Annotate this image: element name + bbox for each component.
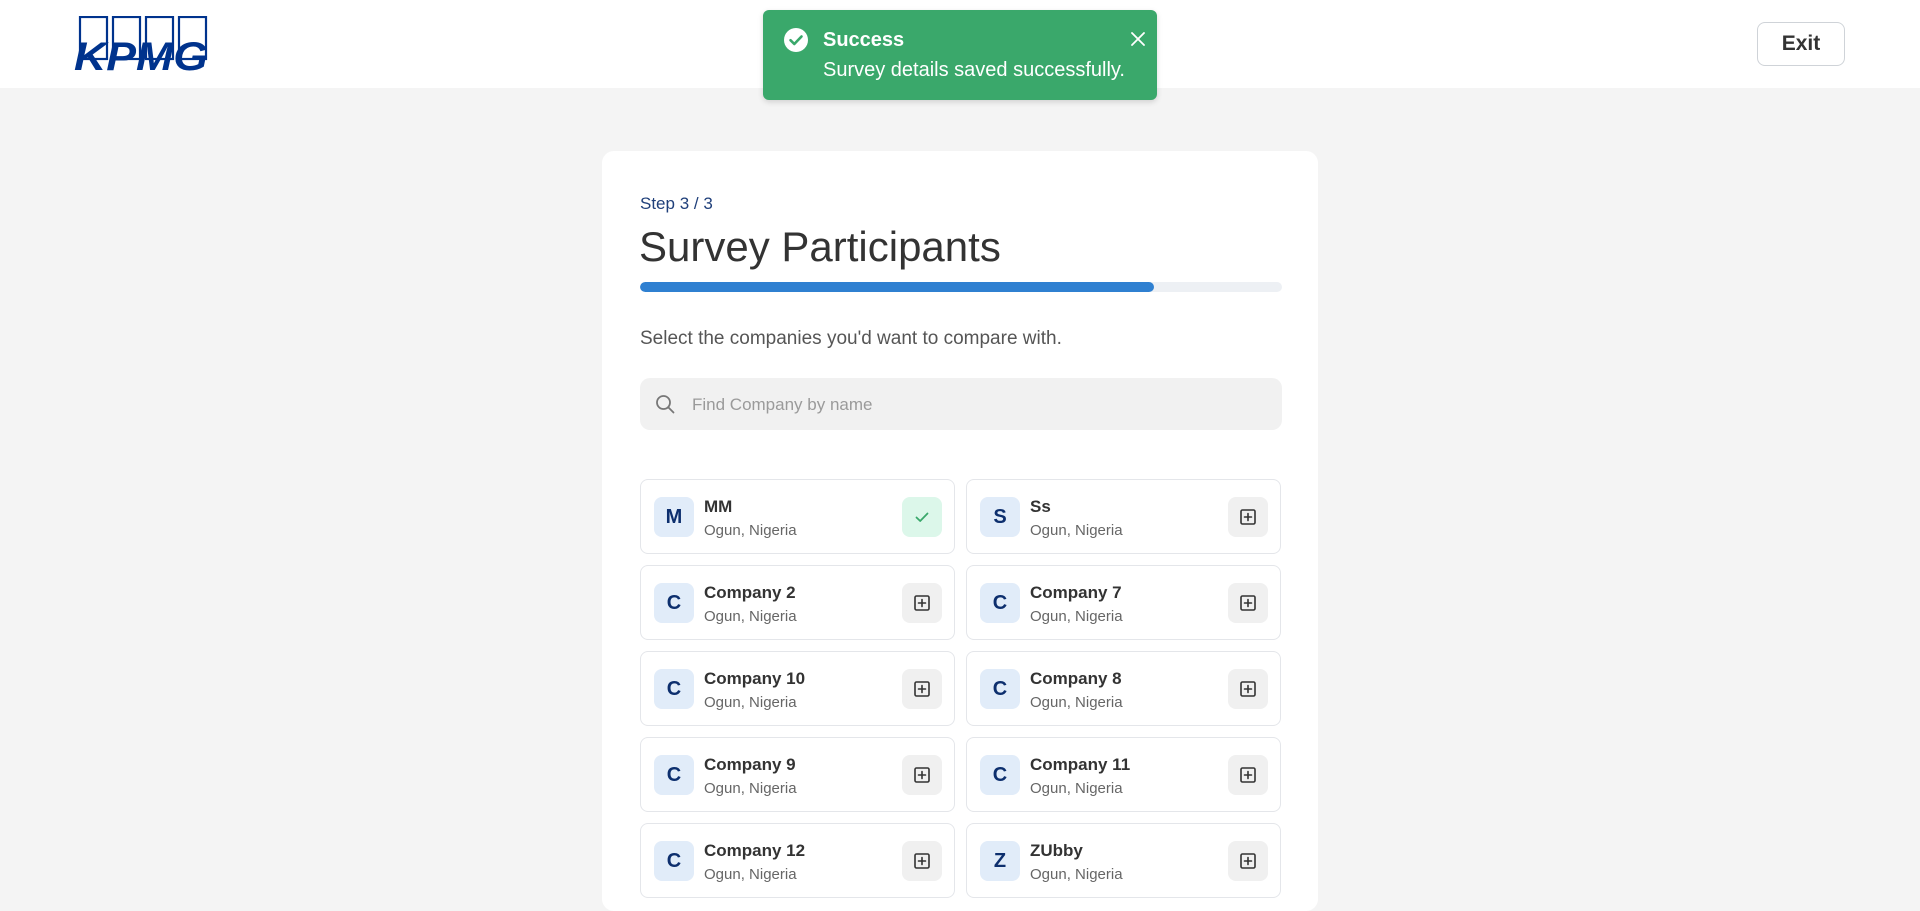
plus-square-icon	[914, 595, 930, 611]
plus-square-icon	[1240, 767, 1256, 783]
company-location: Ogun, Nigeria	[1030, 780, 1123, 797]
company-avatar: C	[654, 755, 694, 795]
company-location: Ogun, Nigeria	[704, 780, 797, 797]
company-card[interactable]: M MM Ogun, Nigeria	[640, 479, 955, 554]
company-card[interactable]: C Company 12 Ogun, Nigeria	[640, 823, 955, 898]
survey-card: Step 3 / 3 Survey Participants Select th…	[602, 151, 1318, 911]
add-company-button[interactable]	[1228, 497, 1268, 537]
kpmg-logo-text: KPMG	[74, 35, 208, 72]
toast-message: Survey details saved successfully.	[823, 59, 1125, 81]
company-avatar: C	[980, 755, 1020, 795]
progress-bar	[640, 282, 1282, 292]
company-card[interactable]: C Company 8 Ogun, Nigeria	[966, 651, 1281, 726]
company-name: Company 9	[704, 755, 796, 774]
company-card[interactable]: C Company 2 Ogun, Nigeria	[640, 565, 955, 640]
company-grid: M MM Ogun, Nigeria S Ss Ogun, Nigeria C Company…	[640, 479, 1282, 898]
company-name: Company 11	[1030, 755, 1131, 774]
company-name: MM	[704, 497, 733, 516]
plus-square-icon	[1240, 681, 1256, 697]
success-toast: Success Survey details saved successfull…	[763, 10, 1157, 100]
company-avatar: C	[980, 669, 1020, 709]
company-name: Company 2	[704, 583, 796, 602]
deselect-company-button[interactable]	[902, 497, 942, 537]
search-box[interactable]	[640, 378, 1282, 432]
company-location: Ogun, Nigeria	[1030, 608, 1123, 625]
plus-square-icon	[914, 767, 930, 783]
instructions-text: Select the companies you'd want to compa…	[640, 328, 1062, 349]
add-company-button[interactable]	[1228, 841, 1268, 881]
add-company-button[interactable]	[902, 669, 942, 709]
company-avatar: C	[654, 841, 694, 881]
add-company-button[interactable]	[902, 583, 942, 623]
company-card[interactable]: C Company 10 Ogun, Nigeria	[640, 651, 955, 726]
company-name: Company 12	[704, 841, 806, 860]
company-avatar: Z	[980, 841, 1020, 881]
company-card[interactable]: C Company 7 Ogun, Nigeria	[966, 565, 1281, 640]
plus-square-icon	[914, 853, 930, 869]
company-card[interactable]: Z ZUbby Ogun, Nigeria	[966, 823, 1281, 898]
add-company-button[interactable]	[1228, 755, 1268, 795]
plus-square-icon	[1240, 595, 1256, 611]
close-icon[interactable]	[1127, 28, 1149, 50]
company-location: Ogun, Nigeria	[1030, 694, 1123, 711]
company-name: Ss	[1030, 497, 1051, 516]
company-avatar: S	[980, 497, 1020, 537]
company-name: Company 8	[1030, 669, 1122, 688]
company-card[interactable]: C Company 9 Ogun, Nigeria	[640, 737, 955, 812]
company-location: Ogun, Nigeria	[704, 694, 797, 711]
add-company-button[interactable]	[902, 841, 942, 881]
exit-button[interactable]: Exit	[1757, 22, 1845, 66]
company-location: Ogun, Nigeria	[1030, 522, 1123, 539]
company-avatar: C	[654, 669, 694, 709]
check-circle-icon	[784, 28, 808, 52]
plus-square-icon	[1240, 853, 1256, 869]
page-title: Survey Participants	[639, 223, 1001, 270]
add-company-button[interactable]	[1228, 669, 1268, 709]
plus-square-icon	[914, 681, 930, 697]
check-icon	[915, 512, 929, 522]
step-indicator: Step 3 / 3	[640, 194, 713, 213]
company-location: Ogun, Nigeria	[704, 866, 797, 883]
company-avatar: M	[654, 497, 694, 537]
add-company-button[interactable]	[902, 755, 942, 795]
toast-title: Success	[823, 29, 905, 51]
company-avatar: C	[654, 583, 694, 623]
search-input[interactable]	[690, 378, 1274, 432]
search-icon	[656, 395, 675, 414]
company-avatar: C	[980, 583, 1020, 623]
company-card[interactable]: C Company 11 Ogun, Nigeria	[966, 737, 1281, 812]
company-name: Company 10	[704, 669, 806, 688]
company-location: Ogun, Nigeria	[704, 522, 797, 539]
plus-square-icon	[1240, 509, 1256, 525]
progress-fill	[640, 282, 1154, 292]
company-location: Ogun, Nigeria	[1030, 866, 1123, 883]
company-card[interactable]: S Ss Ogun, Nigeria	[966, 479, 1281, 554]
company-location: Ogun, Nigeria	[704, 608, 797, 625]
company-name: ZUbby	[1030, 841, 1083, 860]
company-name: Company 7	[1030, 583, 1122, 602]
kpmg-logo[interactable]: KPMG	[74, 16, 208, 72]
add-company-button[interactable]	[1228, 583, 1268, 623]
